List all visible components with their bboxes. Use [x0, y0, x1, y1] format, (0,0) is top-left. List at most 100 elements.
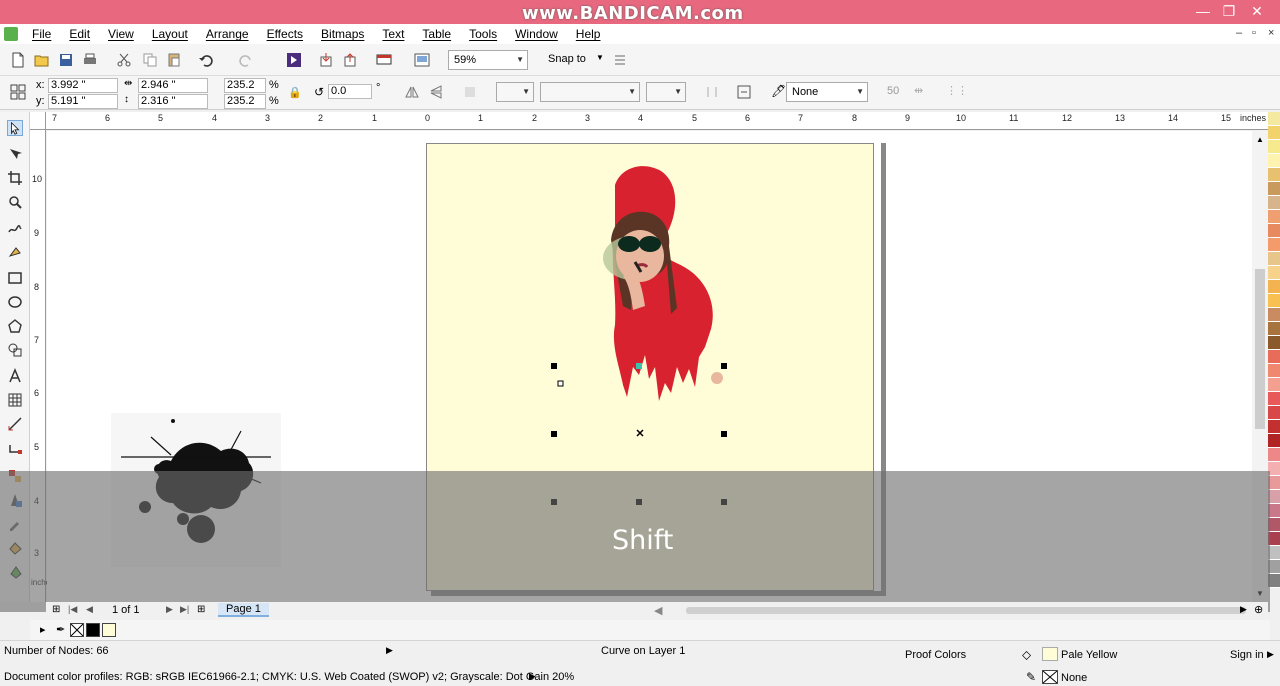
status-expand-icon[interactable]: ▶ — [386, 645, 393, 656]
line-end-select[interactable]: ▼ — [646, 82, 686, 102]
outline-color-swatch[interactable] — [1042, 670, 1058, 684]
zoom-tool-icon[interactable] — [7, 194, 23, 210]
chevron-down-icon[interactable]: ▼ — [596, 53, 604, 62]
pick-tool-icon[interactable] — [7, 120, 23, 136]
doc-close-icon[interactable]: × — [1268, 27, 1274, 39]
palette-swatch[interactable] — [1268, 336, 1280, 350]
menu-text[interactable]: Text — [382, 27, 404, 41]
app-launcher-icon[interactable] — [376, 52, 392, 68]
palette-swatch[interactable] — [1268, 308, 1280, 322]
palette-swatch[interactable] — [1268, 434, 1280, 448]
palette-swatch[interactable] — [1268, 182, 1280, 196]
paste-icon[interactable] — [166, 52, 182, 68]
palette-swatch[interactable] — [1268, 210, 1280, 224]
print-icon[interactable] — [82, 52, 98, 68]
palette-swatch[interactable] — [1268, 224, 1280, 238]
ruler-origin[interactable] — [30, 112, 46, 130]
add-page-after-icon[interactable]: ⊞ — [197, 604, 205, 615]
outline-width-select[interactable]: None ▼ — [786, 82, 868, 102]
maximize-button[interactable]: ❐ — [1216, 2, 1242, 20]
page-tab[interactable]: Page 1 — [218, 603, 269, 617]
close-button[interactable]: ✕ — [1244, 2, 1270, 20]
table-tool-icon[interactable] — [7, 392, 23, 408]
height-field[interactable]: 2.316 " — [138, 94, 208, 109]
scroll-left-icon[interactable]: ◀ — [654, 604, 662, 617]
palette-swatch[interactable] — [1268, 112, 1280, 126]
rotation-field[interactable]: 0.0 — [328, 84, 372, 99]
eyedropper-icon[interactable]: ✒ — [56, 623, 65, 636]
palette-swatch[interactable] — [1268, 448, 1280, 462]
palette-swatch[interactable] — [1268, 350, 1280, 364]
node-grid-icon[interactable]: ⋮⋮ — [946, 84, 968, 97]
options-icon[interactable] — [612, 52, 628, 68]
first-page-icon[interactable]: |◀ — [68, 604, 77, 615]
dimension-tool-icon[interactable] — [7, 416, 23, 432]
mirror-vertical-icon[interactable] — [428, 84, 444, 100]
open-folder-icon[interactable] — [34, 52, 50, 68]
freehand-tool-icon[interactable] — [7, 220, 23, 236]
basic-shapes-tool-icon[interactable] — [7, 342, 23, 358]
wrap-text-icon[interactable] — [462, 84, 478, 100]
doc-restore-icon[interactable]: ▫ — [1252, 27, 1256, 39]
horizontal-scroll-thumb[interactable] — [686, 607, 1246, 614]
minimize-button[interactable]: — — [1190, 2, 1216, 20]
menu-window[interactable]: Window — [515, 27, 558, 41]
scale-x-field[interactable]: 235.2 — [224, 78, 266, 93]
menu-view[interactable]: View — [108, 27, 134, 41]
copy-icon[interactable] — [142, 52, 158, 68]
smoothing-slider-icon[interactable]: ⇹ — [914, 84, 923, 97]
redo-icon[interactable] — [238, 52, 254, 68]
menu-table[interactable]: Table — [422, 27, 451, 41]
palette-swatch[interactable] — [1268, 322, 1280, 336]
scroll-up-icon[interactable]: ▲ — [1256, 135, 1264, 144]
next-page-icon[interactable]: ▶ — [166, 604, 173, 615]
palette-swatch[interactable] — [1268, 140, 1280, 154]
palette-swatch[interactable] — [1268, 238, 1280, 252]
connector-tool-icon[interactable] — [7, 442, 23, 458]
color-profiles-arrow-icon[interactable]: ▶ — [529, 671, 536, 682]
close-curve-icon[interactable] — [736, 84, 752, 100]
search-content-icon[interactable] — [286, 52, 302, 68]
proof-colors-toggle[interactable]: Proof Colors — [905, 649, 966, 661]
palette-swatch[interactable] — [1268, 196, 1280, 210]
menu-effects[interactable]: Effects — [267, 27, 303, 41]
menu-file[interactable]: File — [32, 27, 51, 41]
curve-smoothing-value[interactable]: 50 — [887, 85, 899, 97]
horizontal-ruler[interactable]: 7 6 5 4 3 2 1 0 1 2 3 4 5 6 7 8 9 10 11 … — [46, 112, 1268, 130]
lock-ratio-icon[interactable]: 🔒 — [288, 86, 302, 99]
palette-swatch[interactable] — [1268, 154, 1280, 168]
palette-swatch[interactable] — [1268, 294, 1280, 308]
ellipse-tool-icon[interactable] — [7, 294, 23, 310]
palette-swatch[interactable] — [1268, 406, 1280, 420]
menu-tools[interactable]: Tools — [469, 27, 497, 41]
text-tool-icon[interactable] — [7, 368, 23, 384]
new-document-icon[interactable] — [10, 52, 26, 68]
pattern-select[interactable]: ▼ — [540, 82, 640, 102]
vertical-scroll-thumb[interactable] — [1255, 269, 1265, 429]
status-arrow-icon[interactable]: ▶ — [1267, 649, 1274, 660]
cut-icon[interactable] — [116, 52, 132, 68]
last-page-icon[interactable]: ▶| — [180, 604, 189, 615]
fill-color-swatch[interactable] — [1042, 647, 1058, 661]
zoom-to-fit-icon[interactable]: ⊕ — [1254, 603, 1263, 616]
rectangle-tool-icon[interactable] — [7, 270, 23, 286]
add-page-icon[interactable]: ⊞ — [52, 604, 60, 615]
color-profiles[interactable]: Document color profiles: RGB: sRGB IEC61… — [4, 671, 574, 683]
prev-page-icon[interactable]: ◀ — [86, 604, 93, 615]
menu-edit[interactable]: Edit — [69, 27, 90, 41]
import-icon[interactable] — [318, 52, 334, 68]
y-position-field[interactable]: 5.191 " — [48, 94, 118, 109]
palette-swatch[interactable] — [1268, 364, 1280, 378]
palette-options-icon[interactable]: ▸ — [40, 623, 46, 636]
palette-swatch[interactable] — [1268, 378, 1280, 392]
polygon-tool-icon[interactable] — [7, 318, 23, 334]
x-position-field[interactable]: 3.992 " — [48, 78, 118, 93]
zoom-level-select[interactable]: 59% ▼ — [448, 50, 528, 70]
palette-swatch[interactable] — [1268, 392, 1280, 406]
smart-fill-tool-icon[interactable] — [7, 244, 23, 260]
menu-layout[interactable]: Layout — [152, 27, 188, 41]
palette-swatch[interactable] — [1268, 420, 1280, 434]
scroll-right-icon[interactable]: ▶ — [1240, 604, 1247, 615]
save-icon[interactable] — [58, 52, 74, 68]
palette-swatch[interactable] — [1268, 266, 1280, 280]
